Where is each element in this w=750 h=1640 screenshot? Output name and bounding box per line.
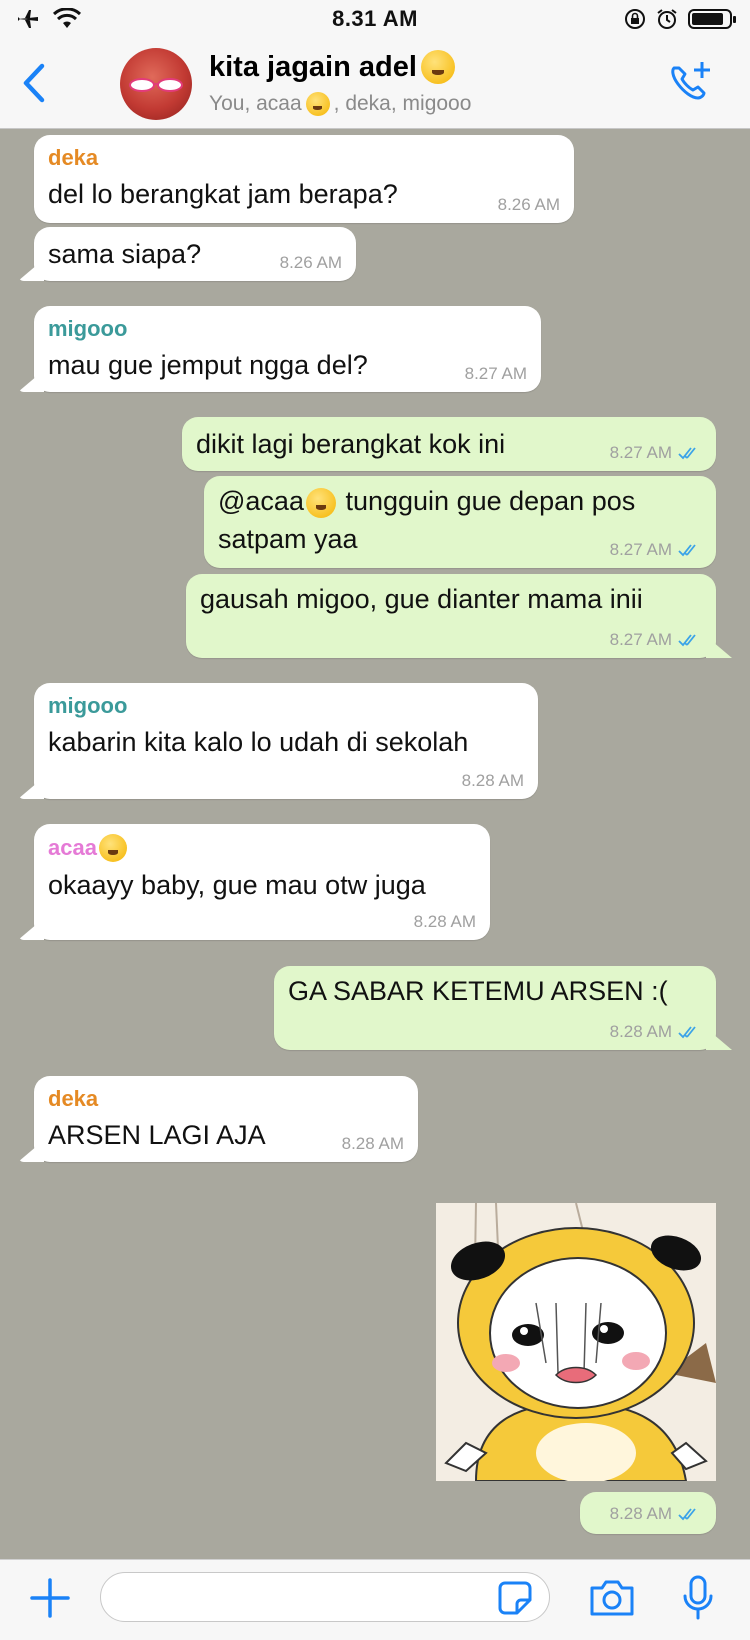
message-time: 8.28 AM (413, 912, 476, 931)
sender-name: deka (48, 1086, 99, 1111)
crying-sticker-image[interactable] (436, 1203, 716, 1481)
status-bar: 8.31 AM (0, 0, 750, 40)
kissing-face-emoji-icon (420, 50, 455, 84)
message-text: GA SABAR KETEMU ARSEN :( (288, 976, 668, 1006)
message-text-part: tungguin gue depan pos (337, 486, 636, 516)
add-call-icon[interactable] (664, 58, 716, 108)
message-text: mau gue jemput ngga del? (48, 350, 368, 380)
back-chevron-icon[interactable] (14, 58, 54, 108)
sender-name: migooo (48, 316, 128, 341)
chat-title-text: kita jagain adel (209, 50, 417, 83)
message-bubble-outgoing[interactable]: GA SABAR KETEMU ARSEN :( 8.28 AM (274, 966, 716, 1050)
read-receipt-icon (678, 544, 696, 557)
group-avatar[interactable] (120, 48, 192, 120)
members-prefix: You, acaa (209, 92, 302, 115)
star-struck-emoji-icon (305, 487, 336, 518)
battery-icon (688, 9, 736, 29)
sticker-icon[interactable] (497, 1580, 533, 1616)
chat-members: You, acaa , deka, migooo (209, 92, 471, 116)
message-text: del lo berangkat jam berapa? (48, 179, 398, 209)
message-time: 8.27 AM (609, 443, 672, 462)
message-time: 8.26 AM (497, 195, 560, 214)
message-bubble-incoming[interactable]: sama siapa? 8.26 AM (34, 227, 356, 281)
star-struck-emoji-icon (305, 92, 330, 116)
message-time: 8.27 AM (609, 630, 672, 649)
read-receipt-icon (678, 1026, 696, 1039)
message-bubble-outgoing[interactable]: gausah migoo, gue dianter mama inii 8.27… (186, 574, 716, 658)
mention[interactable]: @acaa (218, 486, 304, 516)
read-receipt-icon (678, 447, 696, 460)
message-time: 8.27 AM (464, 364, 527, 383)
message-time: 8.28 AM (609, 1504, 672, 1523)
microphone-icon[interactable] (680, 1574, 716, 1622)
message-text: gausah migoo, gue dianter mama inii (200, 584, 643, 614)
message-time: 8.26 AM (279, 253, 342, 272)
members-suffix: , deka, migooo (333, 92, 472, 115)
message-time: 8.28 AM (461, 771, 524, 790)
sender-name: deka (48, 145, 99, 170)
sender-name: acaa (48, 834, 476, 862)
sticker-time-chip: 8.28 AM (580, 1492, 716, 1534)
message-bubble-incoming[interactable]: deka del lo berangkat jam berapa? 8.26 A… (34, 135, 574, 223)
message-bubble-outgoing[interactable]: @acaa tungguin gue depan pos satpam yaa … (204, 476, 716, 568)
message-text: okaayy baby, gue mau otw juga (48, 870, 426, 900)
rotation-lock-icon (625, 9, 645, 29)
plus-icon[interactable] (28, 1576, 72, 1620)
message-time: 8.28 AM (341, 1134, 404, 1153)
alarm-icon (657, 9, 677, 29)
message-text: kabarin kita kalo lo udah di sekolah (48, 727, 469, 757)
composer-bar (0, 1559, 750, 1640)
chat-header: kita jagain adel You, acaa , deka, migoo… (0, 40, 750, 129)
read-receipt-icon (678, 1508, 696, 1521)
sender-name-text: acaa (48, 835, 97, 860)
sender-name: migooo (48, 693, 128, 718)
message-bubble-incoming[interactable]: migooo kabarin kita kalo lo udah di seko… (34, 683, 538, 799)
message-time: 8.28 AM (609, 1022, 672, 1041)
message-time: 8.27 AM (609, 540, 672, 559)
message-text-line2: satpam yaa (218, 524, 358, 554)
camera-icon[interactable] (588, 1578, 636, 1618)
message-bubble-incoming[interactable]: migooo mau gue jemput ngga del? 8.27 AM (34, 306, 541, 392)
read-receipt-icon (678, 634, 696, 647)
message-bubble-incoming[interactable]: deka ARSEN LAGI AJA 8.28 AM (34, 1076, 418, 1162)
message-bubble-incoming[interactable]: acaa okaayy baby, gue mau otw juga 8.28 … (34, 824, 490, 940)
chat-title[interactable]: kita jagain adel (209, 50, 455, 84)
message-bubble-outgoing[interactable]: dikit lagi berangkat kok ini 8.27 AM (182, 417, 716, 471)
message-input[interactable] (100, 1572, 550, 1622)
star-struck-emoji-icon (98, 834, 127, 862)
